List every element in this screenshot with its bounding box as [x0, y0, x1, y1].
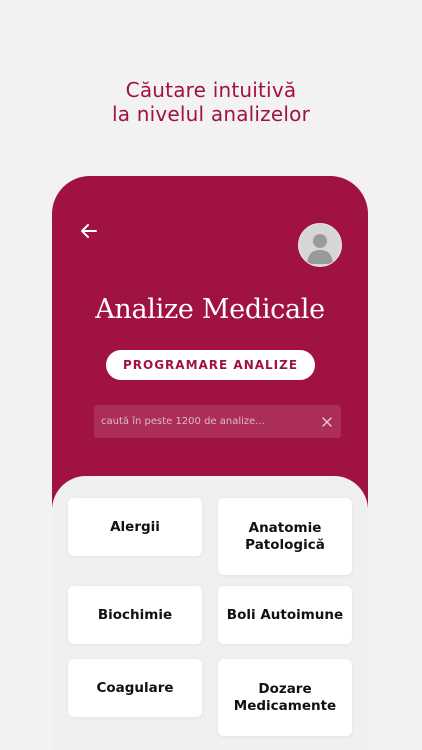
category-card-boli-autoimune[interactable]: Boli Autoimune [218, 586, 352, 644]
category-label: Biochimie [97, 606, 173, 623]
category-card-biochimie[interactable]: Biochimie [68, 586, 202, 644]
category-label: Anatomie Patologică [245, 519, 325, 553]
category-card-coagulare[interactable]: Coagulare [68, 659, 202, 717]
search-bar [94, 405, 341, 438]
programare-analize-button[interactable]: PROGRAMARE ANALIZE [106, 350, 315, 380]
categories-panel: Alergii Anatomie Patologică Biochimie Bo… [52, 476, 368, 750]
category-label: Boli Autoimune [226, 606, 344, 623]
category-card-dozare-medicamente[interactable]: Dozare Medicamente [218, 659, 352, 736]
page-title: Analize Medicale [95, 294, 325, 325]
close-icon[interactable] [320, 414, 334, 428]
category-card-anatomie-patologica[interactable]: Anatomie Patologică [218, 498, 352, 575]
promo-headline-line-1: Căutare intuitivă [125, 78, 297, 102]
search-input[interactable] [94, 405, 314, 438]
category-label: Coagulare [96, 679, 174, 696]
category-card-alergii[interactable]: Alergii [68, 498, 202, 556]
promo-headline-line-2: la nivelul analizelor [111, 102, 310, 126]
category-label: Dozare Medicamente [233, 680, 337, 714]
promo-headline: Căutare intuitivă la nivelul analizelor [0, 78, 422, 126]
phone-screen: Analize Medicale PROGRAMARE ANALIZE Aler… [52, 176, 368, 750]
back-arrow-icon[interactable] [78, 220, 100, 242]
category-label: Alergii [110, 518, 160, 535]
avatar[interactable] [298, 223, 342, 267]
